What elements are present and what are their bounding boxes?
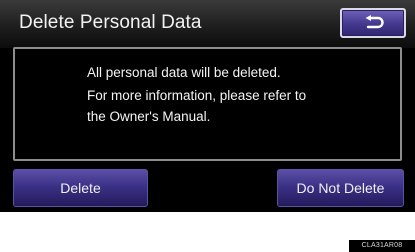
return-arrow-icon	[365, 15, 384, 29]
do-not-delete-button[interactable]: Do Not Delete	[277, 169, 404, 207]
page-title: Delete Personal Data	[19, 12, 202, 33]
delete-button[interactable]: Delete	[13, 169, 148, 207]
message-line-1: All personal data will be deleted.	[87, 65, 281, 80]
message-panel: All personal data will be deleted. For m…	[13, 47, 402, 161]
image-code-label: CLA31AR08	[349, 240, 415, 252]
title-bar: Delete Personal Data	[0, 0, 415, 48]
message-line-3: the Owner's Manual.	[87, 109, 211, 124]
message-line-2: For more information, please refer to	[87, 88, 307, 103]
delete-personal-data-screen: Delete Personal Data All personal data w…	[0, 0, 415, 212]
back-button[interactable]	[340, 8, 406, 38]
